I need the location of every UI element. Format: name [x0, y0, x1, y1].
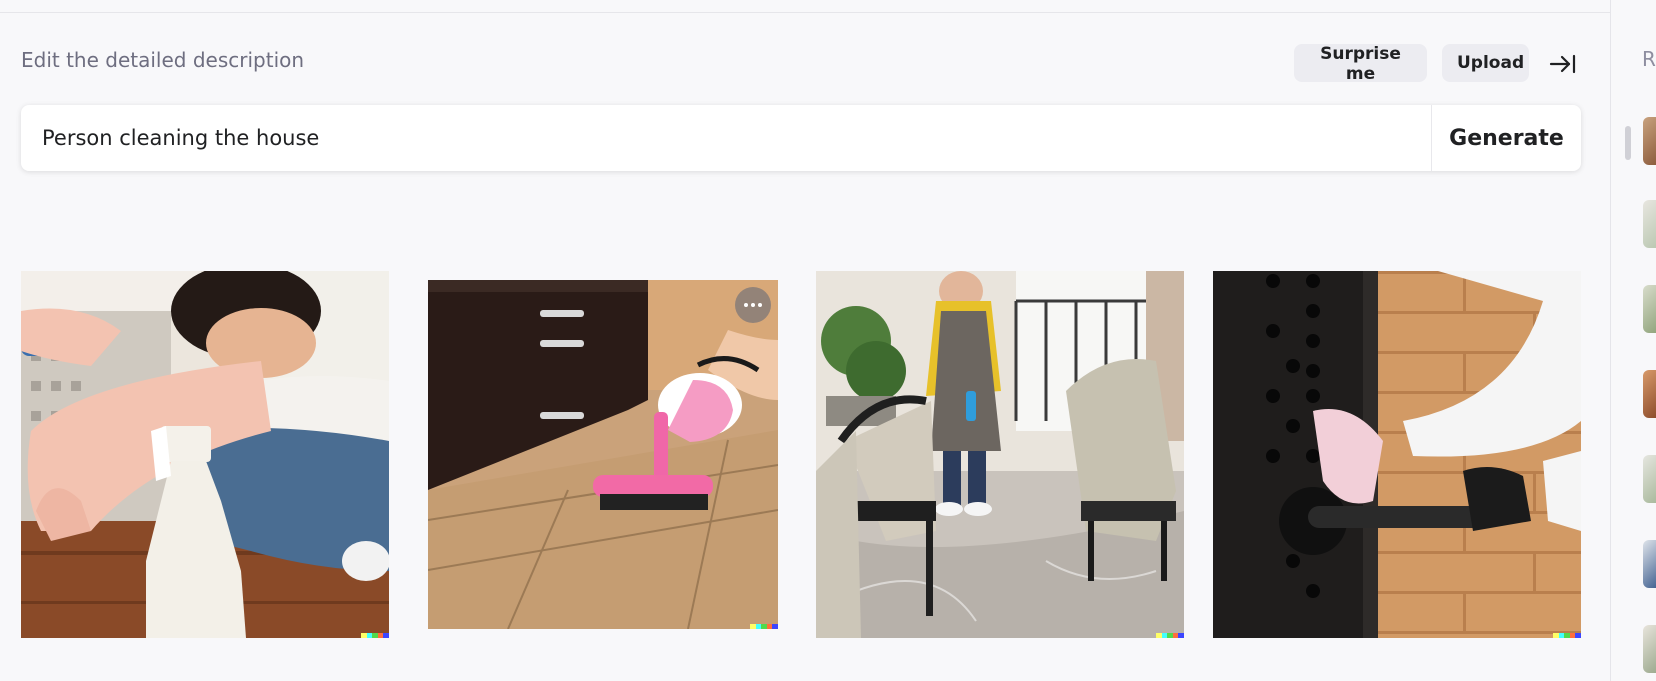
main-panel: Edit the detailed description Surprise m… [0, 13, 1610, 681]
description-label: Edit the detailed description [21, 48, 305, 72]
prompt-input[interactable] [42, 119, 1432, 157]
upload-button[interactable]: Upload [1442, 44, 1529, 82]
sidebar-title: R [1642, 47, 1656, 71]
history-thumbnail[interactable] [1643, 625, 1656, 673]
result-image-2[interactable] [428, 280, 778, 629]
history-thumbnail[interactable] [1643, 117, 1656, 165]
collapse-right-icon[interactable] [1546, 49, 1580, 79]
top-border [0, 0, 1610, 13]
signature-strip [361, 633, 389, 638]
surprise-me-button[interactable]: Surprise me [1294, 44, 1427, 84]
prompt-bar: Generate [21, 105, 1581, 171]
signature-strip [1553, 633, 1581, 638]
signature-swatch [383, 633, 389, 638]
signature-swatch [1575, 633, 1581, 638]
result-image-1[interactable] [21, 271, 389, 638]
history-thumbnail[interactable] [1643, 370, 1656, 418]
signature-swatch [772, 624, 778, 629]
signature-strip [1156, 633, 1184, 638]
signature-strip [750, 624, 778, 629]
history-thumbnail[interactable] [1643, 285, 1656, 333]
history-thumbnail[interactable] [1643, 200, 1656, 248]
result-image-4[interactable] [1213, 271, 1581, 638]
more-dots-icon[interactable] [735, 287, 771, 323]
history-sidebar: R [1610, 0, 1656, 681]
generate-button[interactable]: Generate [1432, 105, 1581, 171]
history-thumbnail[interactable] [1643, 455, 1656, 503]
result-image-3[interactable] [816, 271, 1184, 638]
sidebar-scrollbar[interactable] [1625, 126, 1631, 160]
signature-swatch [1178, 633, 1184, 638]
history-thumbnail[interactable] [1643, 540, 1656, 588]
